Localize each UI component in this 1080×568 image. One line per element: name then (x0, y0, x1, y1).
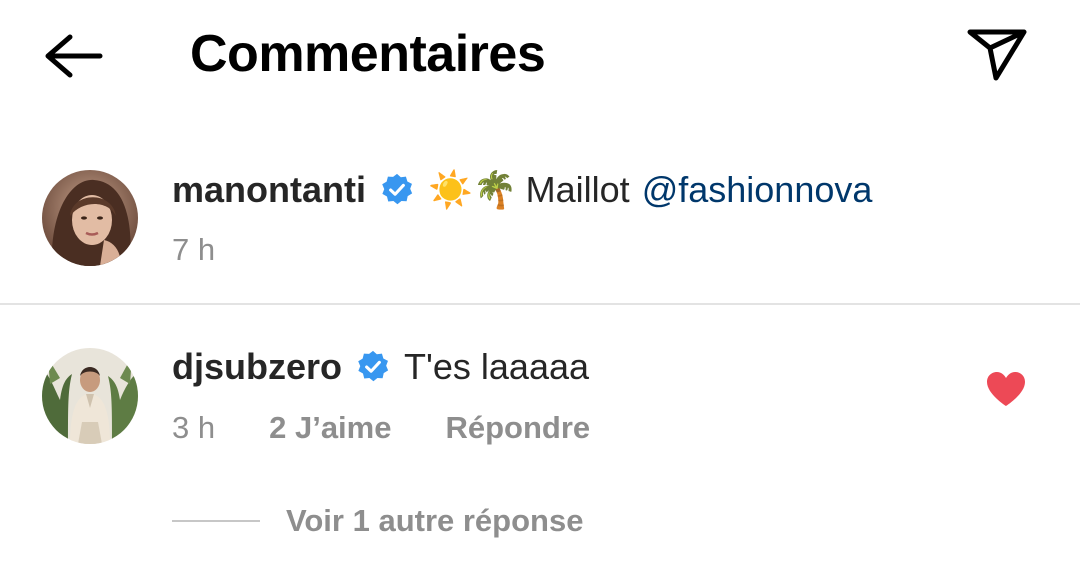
verified-badge-icon (356, 350, 390, 384)
comment-likes-count[interactable]: 2 J’aime (269, 408, 391, 448)
comment-username[interactable]: djsubzero (172, 345, 342, 389)
comment-timestamp: 3 h (172, 410, 216, 445)
heart-icon[interactable] (985, 370, 1027, 408)
sun-palm-emoji: ☀️🌴 (428, 169, 518, 210)
header: Commentaires (0, 0, 1080, 110)
avatar[interactable] (42, 348, 138, 444)
back-button[interactable] (40, 28, 106, 84)
comment-item: djsubzero T'es laaaaa 3 h 2 J’aime Répon… (0, 330, 1080, 460)
reply-button[interactable]: Répondre (445, 408, 590, 448)
replies-divider-line (172, 520, 260, 522)
caption-username[interactable]: manontanti (172, 168, 366, 212)
arrow-left-icon (45, 34, 103, 78)
caption-text: Maillot (525, 169, 630, 210)
caption-timestamp: 7 h (172, 232, 216, 267)
verified-badge-icon (380, 173, 414, 207)
mention-link[interactable]: @fashionnova (642, 168, 873, 212)
avatar[interactable] (42, 170, 138, 266)
paper-plane-icon (967, 29, 1027, 81)
comment-text: T'es laaaaa (404, 346, 590, 387)
page-title: Commentaires (190, 25, 546, 83)
share-button[interactable] (962, 22, 1032, 86)
caption: manontanti ☀️🌴 Maillot @fashionnova 7 h (0, 150, 1080, 302)
view-replies-button[interactable]: Voir 1 autre réponse (172, 500, 583, 542)
view-replies-label: Voir 1 autre réponse (286, 503, 584, 538)
divider (0, 303, 1080, 305)
